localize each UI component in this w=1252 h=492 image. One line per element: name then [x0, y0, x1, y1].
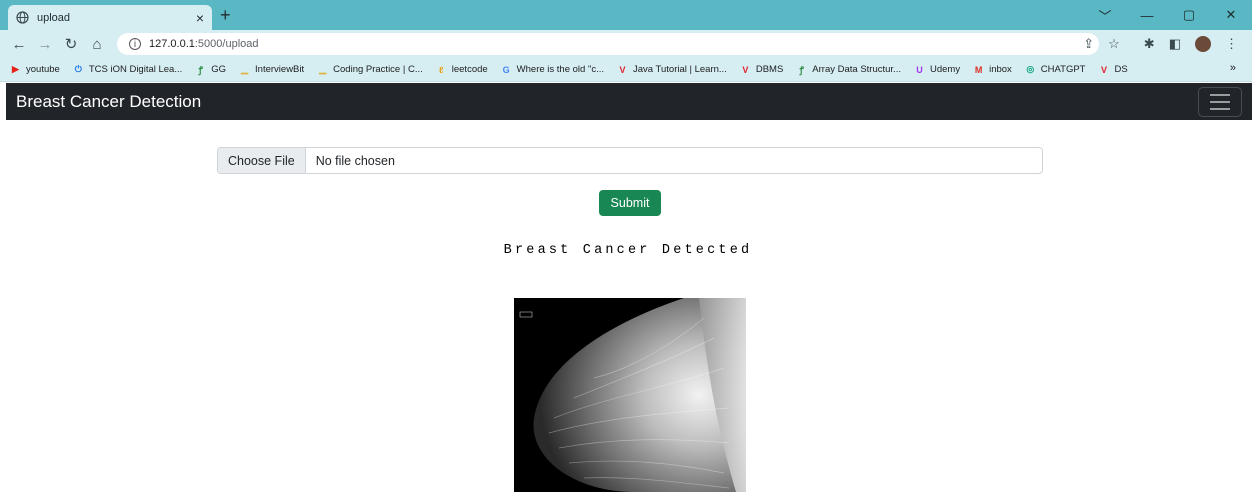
bookmark-label: Where is the old "c... — [516, 64, 604, 75]
gfg-icon: ꝭ — [799, 65, 804, 75]
google-icon: G — [502, 64, 510, 75]
prediction-result-text: Breast Cancer Detected — [503, 243, 753, 258]
bookmark-item[interactable]: ⏻ TCS iON Digital Lea... — [73, 64, 183, 75]
bookmark-label: CHATGPT — [1040, 64, 1086, 75]
new-tab-button[interactable]: + — [220, 6, 231, 24]
bookmark-item[interactable]: ▁ InterviewBit — [239, 64, 304, 75]
home-icon[interactable]: ⌂ — [84, 36, 110, 53]
bookmark-item[interactable]: V DBMS — [740, 64, 783, 75]
coding-icon: ▁ — [319, 64, 327, 74]
app-navbar: Breast Cancer Detection — [6, 83, 1252, 120]
gfg-icon: ꝭ — [198, 65, 203, 75]
url-text: 127.0.0.1:5000/upload — [149, 38, 259, 50]
bookmark-item[interactable]: ꝭ Array Data Structur... — [796, 64, 901, 75]
browser-tab[interactable]: upload × — [8, 5, 212, 30]
bookmarks-bar: ▶ youtube ⏻ TCS iON Digital Lea... ꝭ GG ▁ Inter… — [0, 58, 1252, 82]
menu-kebab-icon[interactable]: ⋮ — [1225, 36, 1238, 52]
bookmark-label: DBMS — [755, 64, 784, 75]
navbar-toggler-icon[interactable] — [1198, 87, 1242, 117]
bookmark-label: TCS iON Digital Lea... — [88, 64, 183, 75]
bookmark-item[interactable]: ꝭ GG — [195, 64, 226, 75]
bookmark-label: Udemy — [929, 64, 961, 75]
browser-toolbar: ← → ↻ ⌂ i 127.0.0.1:5000/upload — [0, 30, 1252, 58]
address-bar[interactable]: i 127.0.0.1:5000/upload — [117, 33, 1099, 55]
bookmark-item[interactable]: V Java Tutorial | Learn... — [617, 64, 727, 75]
bookmark-item[interactable]: Minbox — [973, 64, 1012, 75]
chatgpt-icon: ◎ — [1026, 64, 1035, 74]
mammogram-image — [514, 298, 746, 492]
interviewbit-icon: ▁ — [241, 64, 248, 74]
reload-icon[interactable]: ↻ — [58, 35, 84, 53]
v-icon: V — [619, 64, 626, 75]
share-icon[interactable]: ⇪ — [1083, 36, 1094, 52]
bookmark-item[interactable]: ℓ leetcode — [436, 64, 488, 75]
bookmark-item[interactable]: G Where is the old "c... — [501, 64, 604, 75]
submit-button[interactable]: Submit — [599, 190, 661, 216]
bookmark-label: youtube — [26, 64, 60, 75]
bookmark-star-icon[interactable]: ☆ — [1108, 36, 1120, 52]
side-panel-icon[interactable]: ◧ — [1169, 36, 1181, 52]
v-icon: V — [742, 64, 749, 75]
bookmarks-overflow-icon[interactable]: » — [1230, 62, 1236, 74]
file-status-text: No file chosen — [315, 153, 395, 168]
bookmark-label: inbox — [989, 64, 1012, 75]
window-controls: ﹀ — ▢ ✕ — [1084, 0, 1252, 30]
tab-search-icon[interactable]: ﹀ — [1084, 6, 1126, 25]
tab-title: upload — [37, 11, 71, 24]
bookmark-label: Java Tutorial | Learn... — [633, 64, 727, 75]
bookmark-label: DS — [1114, 64, 1128, 75]
tab-close-icon[interactable]: × — [196, 11, 204, 25]
bookmark-label: Coding Practice | C... — [333, 64, 423, 75]
globe-icon — [16, 11, 29, 24]
udemy-icon: U — [916, 64, 923, 75]
bookmark-label: GG — [211, 64, 227, 75]
bookmark-item[interactable]: V DS — [1098, 64, 1128, 75]
file-upload-input[interactable]: Choose File No file chosen — [217, 147, 1043, 174]
profile-avatar[interactable] — [1195, 36, 1211, 52]
maximize-button[interactable]: ▢ — [1168, 7, 1210, 23]
toolbar-actions: ⇪ ☆ ✱ ◧ ⋮ — [1083, 30, 1238, 58]
navbar-brand[interactable]: Breast Cancer Detection — [16, 92, 201, 112]
extensions-icon[interactable]: ✱ — [1144, 36, 1155, 52]
bookmark-item[interactable]: ▁ Coding Practice | C... — [317, 64, 423, 75]
choose-file-button[interactable]: Choose File — [218, 148, 306, 173]
bookmark-item[interactable]: ▶ youtube — [10, 64, 60, 75]
gmail-icon: M — [974, 64, 983, 75]
browser-tab-strip: upload × + ﹀ — ▢ ✕ — [0, 0, 1252, 30]
forward-icon[interactable]: → — [32, 36, 58, 53]
bookmark-item[interactable]: ◎ CHATGPT — [1025, 64, 1086, 75]
site-info-icon[interactable]: i — [129, 38, 141, 50]
power-icon: ⏻ — [74, 64, 82, 74]
minimize-button[interactable]: — — [1126, 8, 1168, 23]
bookmark-label: InterviewBit — [255, 64, 305, 75]
v-icon: V — [1100, 64, 1107, 75]
leetcode-icon: ℓ — [439, 64, 444, 75]
bookmark-item[interactable]: U Udemy — [914, 64, 960, 75]
youtube-icon: ▶ — [12, 64, 19, 74]
bookmark-label: leetcode — [451, 64, 488, 75]
close-window-button[interactable]: ✕ — [1210, 7, 1252, 23]
bookmark-label: Array Data Structur... — [812, 64, 901, 75]
back-icon[interactable]: ← — [6, 36, 32, 53]
